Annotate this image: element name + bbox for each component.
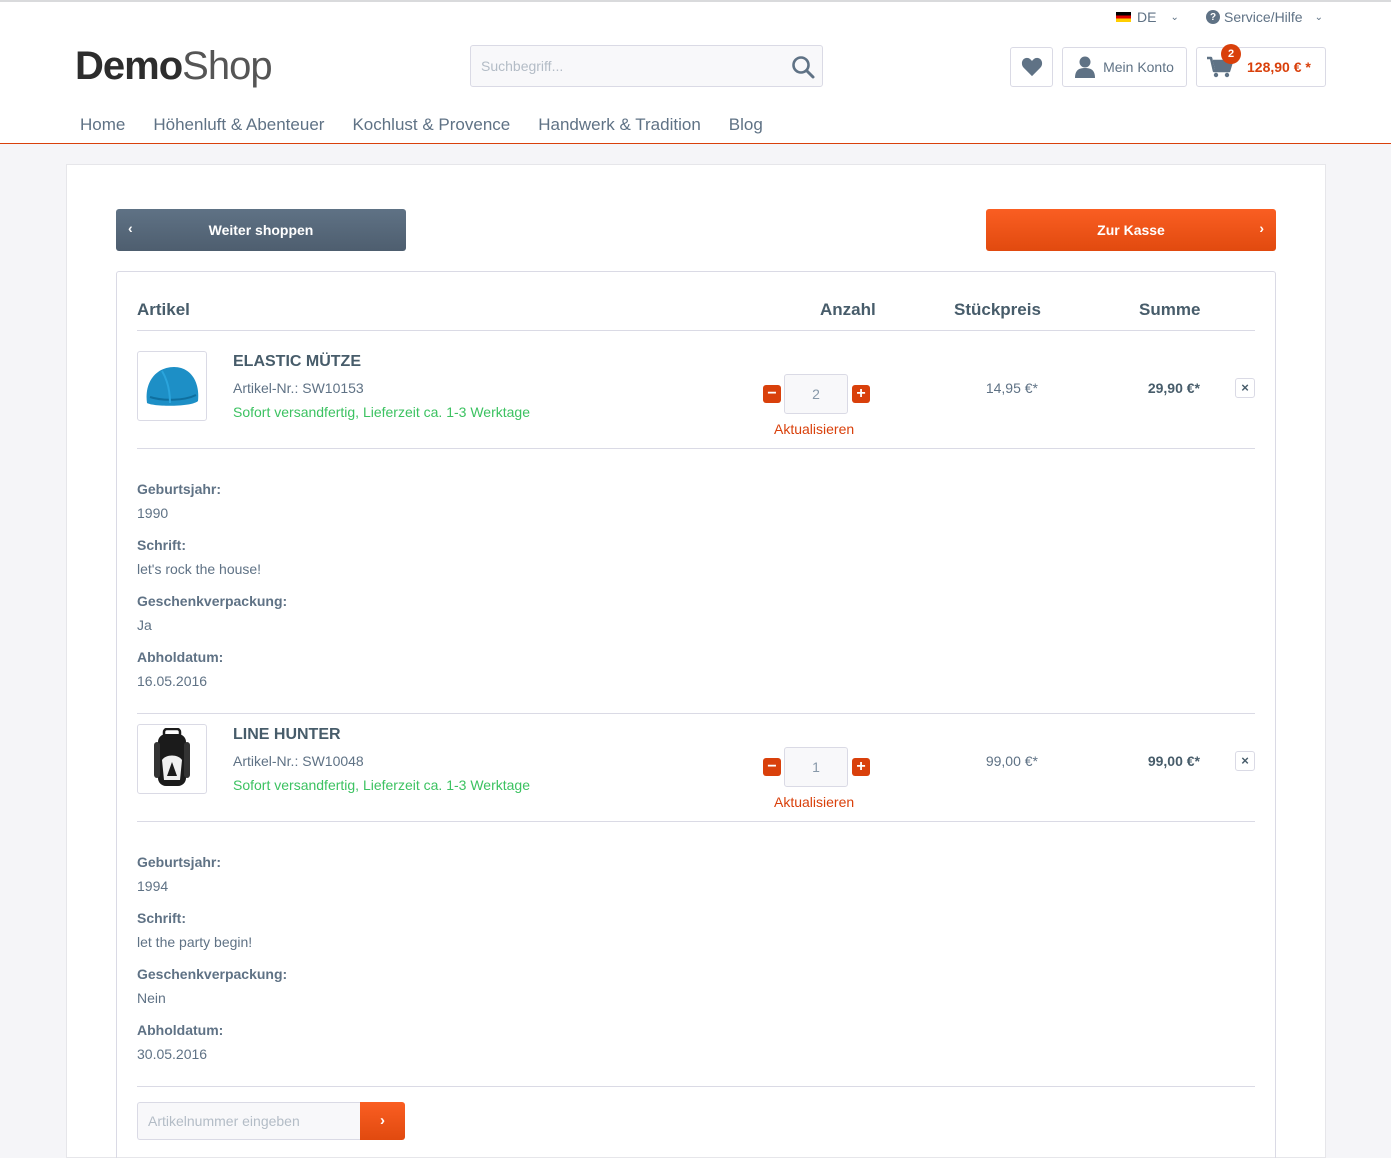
- option-value: let the party begin!: [137, 934, 253, 950]
- service-label: Service/Hilfe: [1224, 9, 1303, 25]
- quantity-field[interactable]: 1: [784, 747, 848, 787]
- quantity-field[interactable]: 2: [784, 374, 848, 414]
- help-icon: ?: [1206, 10, 1220, 24]
- account-button[interactable]: Mein Konto: [1062, 47, 1187, 87]
- language-switcher[interactable]: DE ⌄: [1116, 9, 1179, 25]
- add-article-button[interactable]: ›: [360, 1102, 405, 1140]
- option-value: 1994: [137, 878, 169, 894]
- option-value: let's rock the house!: [137, 561, 262, 577]
- line-total: 29,90 €*: [1147, 380, 1200, 396]
- option-value: Nein: [137, 990, 166, 1006]
- update-quantity-link[interactable]: Aktualisieren: [774, 794, 854, 810]
- chevron-down-icon: ⌄: [1314, 11, 1323, 23]
- product-sku: Artikel-Nr.: SW10048: [233, 753, 364, 769]
- search-input[interactable]: [471, 46, 781, 86]
- quantity-increase-button[interactable]: +: [852, 385, 870, 403]
- product-name[interactable]: ELASTIC MÜTZE: [233, 353, 361, 371]
- unit-price: 99,00 €*: [985, 753, 1038, 769]
- cart-button[interactable]: 2 128,90 € *: [1196, 44, 1326, 87]
- remove-item-button[interactable]: ×: [1235, 751, 1255, 771]
- main-navigation: Home Höhenluft & Abenteuer Kochlust & Pr…: [80, 115, 763, 135]
- quantity-decrease-button[interactable]: −: [763, 758, 781, 776]
- article-number-input[interactable]: [137, 1102, 361, 1140]
- option-label: Schrift:: [137, 537, 186, 553]
- divider: [137, 330, 1255, 331]
- header: DE ⌄ ? Service/Hilfe ⌄ DemoShop Mein Kon…: [0, 2, 1391, 144]
- continue-shopping-label: Weiter shoppen: [208, 222, 314, 238]
- update-quantity-link[interactable]: Aktualisieren: [774, 421, 854, 437]
- user-icon: [1075, 56, 1096, 78]
- german-flag-icon: [1116, 12, 1131, 22]
- unit-price: 14,95 €*: [985, 380, 1038, 396]
- option-label: Abholdatum:: [137, 649, 224, 665]
- option-label: Schrift:: [137, 910, 186, 926]
- cart-amount: 128,90 € *: [1247, 59, 1311, 75]
- divider: [137, 713, 1255, 714]
- nav-item-blog[interactable]: Blog: [729, 115, 763, 135]
- product-image[interactable]: [137, 351, 207, 421]
- option-label: Geburtsjahr:: [137, 854, 222, 870]
- nav-item-kochlust[interactable]: Kochlust & Provence: [352, 115, 510, 135]
- quantity-decrease-button[interactable]: −: [763, 385, 781, 403]
- delivery-info: Sofort versandfertig, Lieferzeit ca. 1-3…: [233, 777, 530, 793]
- option-label: Geburtsjahr:: [137, 481, 222, 497]
- chevron-right-icon: ›: [1259, 220, 1264, 236]
- product-name[interactable]: LINE HUNTER: [233, 726, 341, 744]
- heart-icon: [1021, 57, 1042, 77]
- option-value: 16.05.2016: [137, 673, 208, 689]
- account-label: Mein Konto: [1103, 59, 1174, 75]
- logo-light: Shop: [182, 44, 272, 88]
- option-value: 30.05.2016: [137, 1046, 208, 1062]
- cart-count-badge: 2: [1221, 44, 1241, 64]
- column-header-quantity: Anzahl: [820, 300, 876, 319]
- column-header-total: Summe: [1139, 300, 1201, 319]
- service-menu[interactable]: ? Service/Hilfe ⌄: [1206, 9, 1323, 25]
- option-value: 1990: [137, 505, 169, 521]
- option-label: Geschenkverpackung:: [137, 593, 288, 609]
- search-icon[interactable]: [790, 54, 816, 80]
- shop-logo[interactable]: DemoShop: [75, 44, 273, 89]
- divider: [137, 448, 1255, 449]
- wishlist-button[interactable]: [1010, 47, 1053, 87]
- chevron-left-icon: ‹: [128, 220, 133, 236]
- nav-item-hoehenluft[interactable]: Höhenluft & Abenteuer: [153, 115, 324, 135]
- line-total: 99,00 €*: [1147, 753, 1200, 769]
- nav-item-handwerk[interactable]: Handwerk & Tradition: [538, 115, 701, 135]
- remove-item-button[interactable]: ×: [1235, 378, 1255, 398]
- product-image[interactable]: [137, 724, 207, 794]
- checkout-label: Zur Kasse: [1097, 222, 1165, 238]
- delivery-info: Sofort versandfertig, Lieferzeit ca. 1-3…: [233, 404, 530, 420]
- column-header-article: Artikel: [137, 300, 190, 319]
- language-label: DE: [1137, 9, 1157, 25]
- continue-shopping-button[interactable]: ‹ Weiter shoppen: [116, 209, 406, 251]
- product-sku: Artikel-Nr.: SW10153: [233, 380, 364, 396]
- chevron-down-icon: ⌄: [1170, 11, 1179, 23]
- search-box: [470, 45, 823, 87]
- beanie-image: [146, 367, 199, 406]
- column-header-unit-price: Stückpreis: [954, 300, 1041, 319]
- option-value: Ja: [137, 617, 152, 633]
- option-label: Abholdatum:: [137, 1022, 224, 1038]
- backpack-image: [154, 728, 190, 786]
- nav-item-home[interactable]: Home: [80, 115, 125, 135]
- quantity-increase-button[interactable]: +: [852, 758, 870, 776]
- divider: [137, 1086, 1255, 1087]
- logo-bold: Demo: [75, 44, 183, 88]
- option-label: Geschenkverpackung:: [137, 966, 288, 982]
- divider: [137, 821, 1255, 822]
- checkout-button[interactable]: Zur Kasse ›: [986, 209, 1276, 251]
